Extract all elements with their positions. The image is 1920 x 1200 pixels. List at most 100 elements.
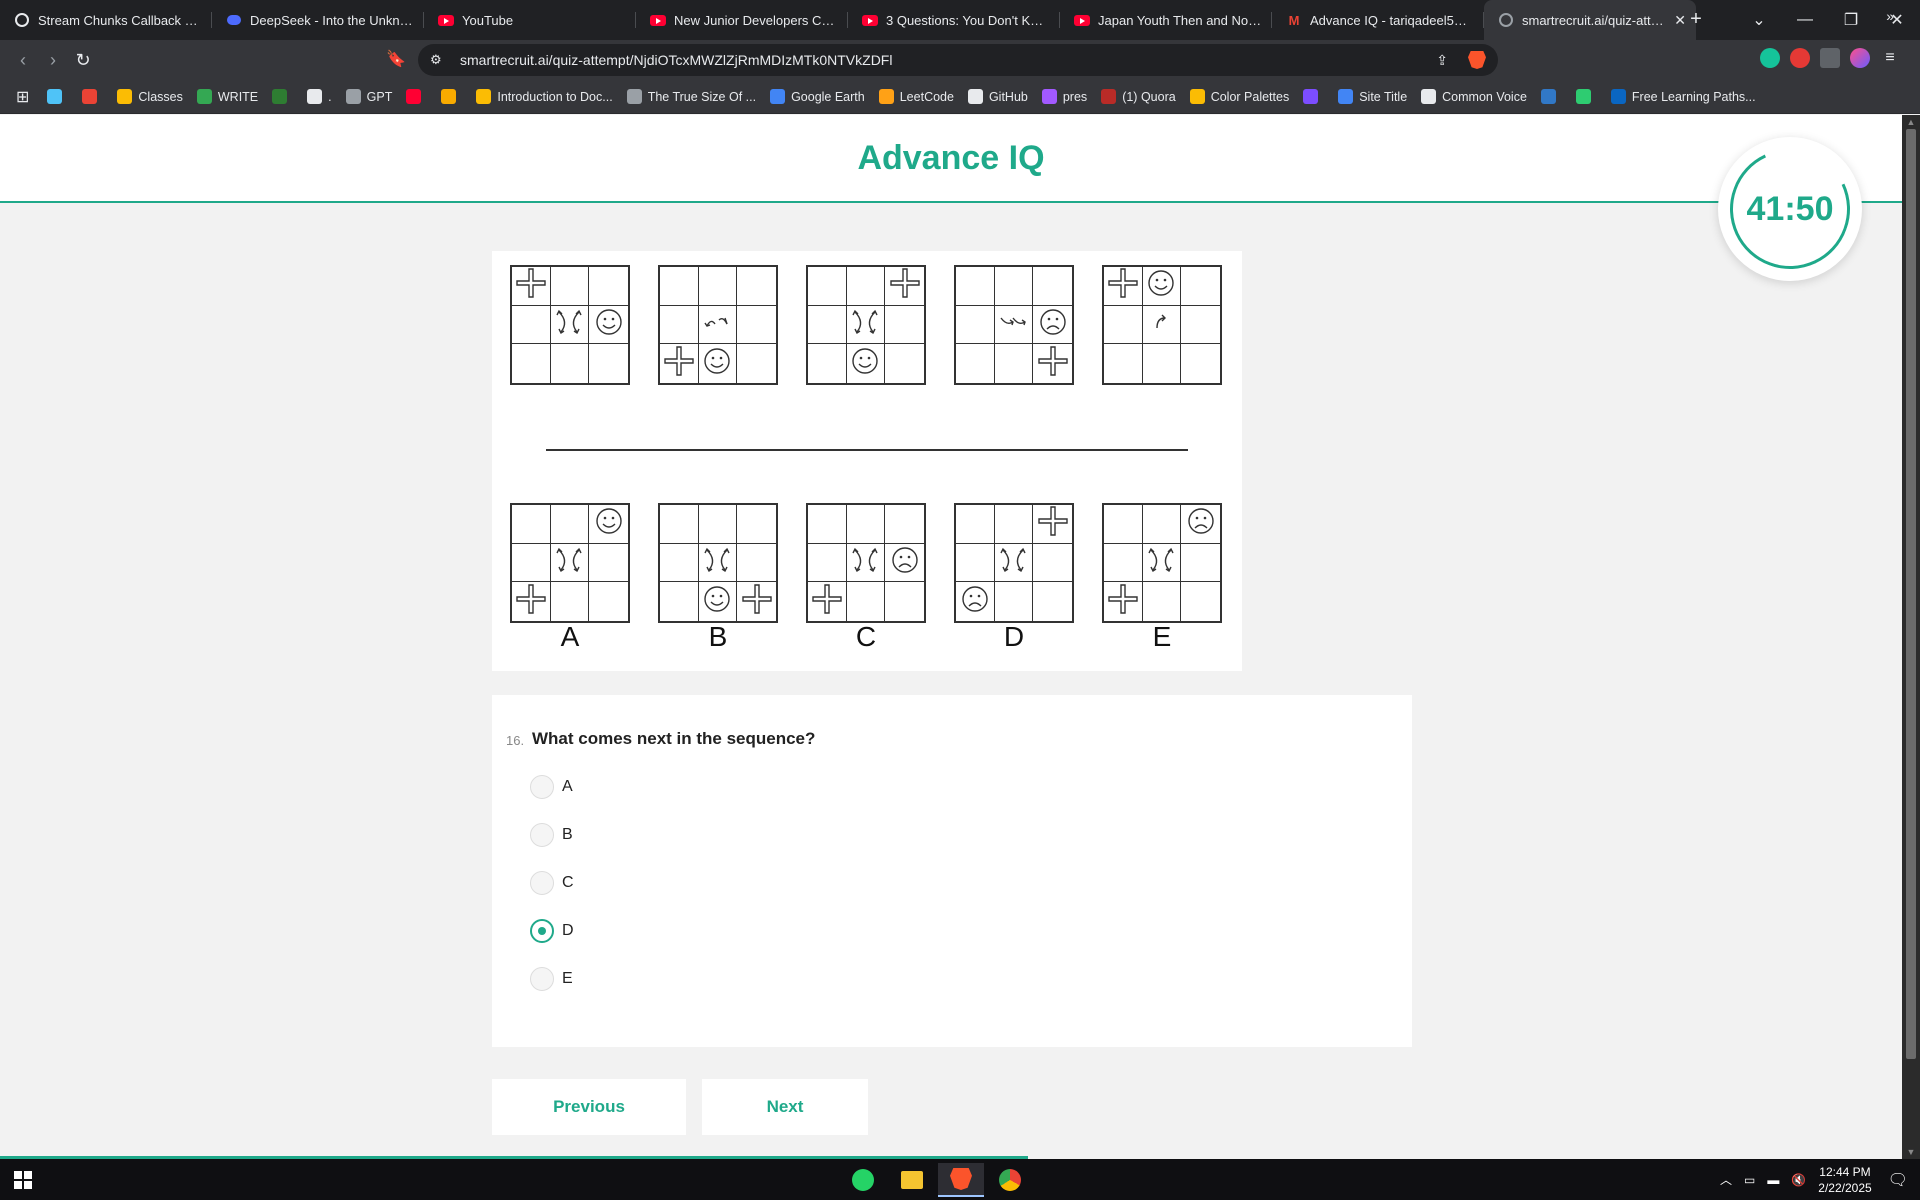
- clock[interactable]: 12:44 PM 2/22/2025: [1818, 1164, 1871, 1196]
- answer-option[interactable]: D: [530, 919, 574, 943]
- bookmark-icon[interactable]: 🔖: [384, 48, 408, 72]
- restore-icon[interactable]: ❐: [1828, 10, 1874, 30]
- bookmark-item[interactable]: Common Voice: [1421, 89, 1527, 104]
- forward-icon[interactable]: ›: [38, 45, 68, 75]
- bookmark-item[interactable]: [441, 89, 462, 104]
- bookmarks-overflow-icon[interactable]: »: [1886, 8, 1894, 24]
- bookmark-item[interactable]: [1540, 89, 1562, 104]
- tab-title: 3 Questions: You Don't Know J: [886, 12, 1050, 28]
- plus-icon: [741, 583, 773, 620]
- browser-tab[interactable]: New Junior Developers Can't A: [636, 0, 848, 40]
- volume-muted-icon[interactable]: 🔇: [1791, 1173, 1806, 1187]
- browser-tab[interactable]: smartrecruit.ai/quiz-attem ✕: [1484, 0, 1696, 40]
- answer-option[interactable]: E: [530, 967, 573, 991]
- site-info-icon[interactable]: ⚙: [430, 52, 452, 68]
- arrows-icon: [1145, 544, 1177, 581]
- profile-avatar[interactable]: [1850, 48, 1870, 68]
- windows-start-icon[interactable]: [14, 1171, 32, 1189]
- radio-button[interactable]: [530, 967, 554, 991]
- browser-tab[interactable]: 3 Questions: You Don't Know J: [848, 0, 1060, 40]
- browser-tab[interactable]: DeepSeek - Into the Unknown: [212, 0, 424, 40]
- tray-chevron-icon[interactable]: ︿: [1720, 1171, 1732, 1188]
- bookmark-item[interactable]: [82, 89, 103, 104]
- question-text: What comes next in the sequence?: [532, 729, 816, 748]
- bookmark-item[interactable]: GPT: [345, 89, 393, 104]
- browser-tab[interactable]: YouTube: [424, 0, 636, 40]
- puzzle-cell: [1181, 306, 1220, 345]
- bookmark-item[interactable]: .: [307, 89, 332, 104]
- battery-icon[interactable]: ▬: [1767, 1173, 1779, 1187]
- puzzle-cell: [1142, 505, 1182, 544]
- page-scrollbar[interactable]: ▲ ▼: [1902, 115, 1920, 1159]
- bookmark-item[interactable]: Free Learning Paths...: [1610, 89, 1756, 104]
- bookmark-item[interactable]: Introduction to Doc...: [476, 89, 613, 104]
- pokeball-extension-icon[interactable]: [1790, 48, 1810, 68]
- address-url[interactable]: smartrecruit.ai/quiz-attempt/NjdiOTcxMWZ…: [460, 52, 892, 68]
- puzzle-cell: [660, 505, 699, 544]
- share-icon[interactable]: ⇪: [1436, 52, 1448, 69]
- radio-button[interactable]: [530, 871, 554, 895]
- answer-option[interactable]: B: [530, 823, 573, 847]
- bookmark-item[interactable]: (1) Quora: [1101, 89, 1176, 104]
- bookmark-item[interactable]: The True Size Of ...: [626, 89, 756, 104]
- radio-button[interactable]: [530, 823, 554, 847]
- bookmark-label: Google Earth: [791, 89, 865, 104]
- whatsapp-icon[interactable]: [840, 1163, 886, 1197]
- close-window-icon[interactable]: ✕: [1874, 10, 1920, 30]
- scroll-up-icon[interactable]: ▲: [1902, 117, 1920, 127]
- bookmark-item[interactable]: [272, 89, 293, 104]
- bookmark-item[interactable]: [1303, 89, 1324, 104]
- browser-tab[interactable]: M Advance IQ - tariqadeel545@: [1272, 0, 1484, 40]
- bookmark-item[interactable]: pres: [1041, 89, 1087, 104]
- puzzle-cell: [512, 344, 551, 383]
- bookmark-item[interactable]: Color Palettes: [1189, 89, 1289, 104]
- bookmark-item[interactable]: Site Title: [1338, 89, 1407, 104]
- bookmark-item[interactable]: LeetCode: [878, 89, 954, 104]
- radio-button[interactable]: [530, 775, 554, 799]
- bookmark-item[interactable]: [406, 89, 427, 104]
- radio-button[interactable]: [530, 919, 554, 943]
- chrome-icon[interactable]: [987, 1163, 1033, 1197]
- back-icon[interactable]: ‹: [8, 45, 38, 75]
- puzzle-cell: [956, 344, 995, 383]
- puzzle-cell: [995, 344, 1034, 383]
- bookmark-item[interactable]: [1575, 89, 1597, 104]
- bookmark-item[interactable]: Classes: [117, 89, 183, 104]
- bookmark-item[interactable]: WRITE: [196, 89, 258, 104]
- bookmark-item[interactable]: [47, 89, 68, 104]
- reload-icon[interactable]: ↻: [68, 45, 98, 75]
- bookmark-label: GPT: [366, 89, 393, 104]
- bookmark-item[interactable]: Google Earth: [770, 89, 865, 104]
- tab-search-icon[interactable]: ⌄: [1736, 10, 1782, 30]
- puzzle-cell: [699, 344, 738, 383]
- menu-icon[interactable]: ≡: [1880, 48, 1900, 68]
- scrollbar-thumb[interactable]: [1906, 129, 1916, 1059]
- address-bar[interactable]: ⚙ smartrecruit.ai/quiz-attempt/NjdiOTcxM…: [418, 44, 1498, 76]
- puzzle-image: A B C D E: [492, 251, 1242, 671]
- next-button[interactable]: Next: [702, 1079, 868, 1135]
- extensions-puzzle-icon[interactable]: [1820, 48, 1840, 68]
- puzzle-cell: [1033, 267, 1072, 306]
- brave-icon[interactable]: [938, 1163, 984, 1197]
- answer-option[interactable]: A: [530, 775, 573, 799]
- browser-tab[interactable]: Japan Youth Then and Now#ja: [1060, 0, 1272, 40]
- brave-shields-icon[interactable]: [1468, 51, 1486, 69]
- browser-tab[interactable]: Stream Chunks Callback Upda: [0, 0, 212, 40]
- new-tab-button[interactable]: +: [1684, 8, 1708, 32]
- answer-option[interactable]: C: [530, 871, 574, 895]
- bookmark-item[interactable]: GitHub: [967, 89, 1028, 104]
- previous-button[interactable]: Previous: [492, 1079, 686, 1135]
- bookmark-favicon-icon: [967, 89, 983, 104]
- answer-option-label: E: [562, 970, 573, 987]
- puzzle-cell: [1143, 344, 1182, 383]
- file-explorer-icon[interactable]: [889, 1163, 935, 1197]
- puzzle-cell: [956, 505, 995, 544]
- grammarly-icon[interactable]: [1760, 48, 1780, 68]
- apps-grid-icon[interactable]: ⊞: [16, 87, 29, 107]
- minimize-icon[interactable]: —: [1782, 11, 1828, 29]
- bookmark-favicon-icon: [1101, 89, 1117, 104]
- scroll-down-icon[interactable]: ▼: [1902, 1147, 1920, 1157]
- network-icon[interactable]: ▭: [1744, 1173, 1755, 1187]
- option-letter-label: D: [1003, 621, 1025, 652]
- notifications-icon[interactable]: 🗨: [1888, 1170, 1908, 1190]
